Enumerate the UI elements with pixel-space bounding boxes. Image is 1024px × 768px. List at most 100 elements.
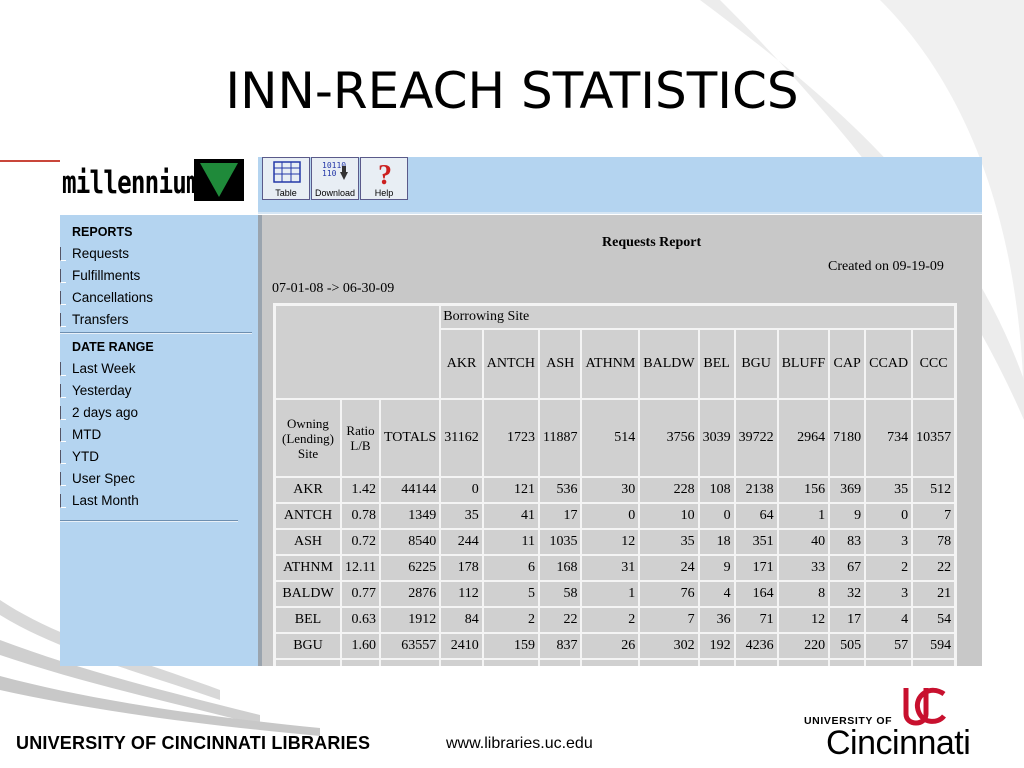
value-cell: 7 bbox=[639, 607, 699, 633]
value-cell: 1 bbox=[581, 581, 640, 607]
value-cell: 54 bbox=[912, 607, 956, 633]
sidebar-item-fulfillments[interactable]: Fulfillments bbox=[60, 265, 140, 287]
value-cell: 58 bbox=[539, 581, 582, 607]
accent-rule bbox=[0, 160, 60, 162]
sidebar-item-last-week[interactable]: Last Week bbox=[60, 358, 136, 380]
value-cell: 22 bbox=[912, 555, 956, 581]
value-cell: 17 bbox=[829, 607, 866, 633]
value-cell: 18 bbox=[698, 529, 735, 555]
value-cell: 26 bbox=[581, 633, 640, 659]
download-button[interactable]: 10110 110 Download bbox=[311, 157, 359, 200]
value-cell: 35 bbox=[639, 529, 699, 555]
table-header-row: Borrowing Site bbox=[275, 305, 956, 399]
value-cell: 369 bbox=[829, 477, 866, 503]
value-cell: 351 bbox=[734, 529, 778, 555]
value-cell: 7 bbox=[912, 503, 956, 529]
check-icon bbox=[60, 450, 66, 464]
sidebar-item-cancellations[interactable]: Cancellations bbox=[60, 287, 153, 309]
value-cell: 302 bbox=[639, 633, 699, 659]
sidebar-item-label: MTD bbox=[72, 427, 102, 442]
table-row: AKR 1.42 44144 0 121 536 30 228 108 2138 156 369 35 5… bbox=[275, 477, 956, 503]
total-cell: 11887 bbox=[539, 399, 582, 477]
ratio-cell: 12.11 bbox=[341, 555, 380, 581]
value-cell: 512 bbox=[912, 477, 956, 503]
value-cell: 31 bbox=[581, 555, 640, 581]
value-cell: 64 bbox=[734, 503, 778, 529]
value-cell: 36 bbox=[698, 607, 735, 633]
sidebar-item-last-month[interactable]: Last Month bbox=[60, 490, 139, 512]
value-cell: 27 bbox=[829, 659, 866, 666]
value-cell: 171 bbox=[734, 555, 778, 581]
table-row: BLUFF1.18348413986841791656027324 bbox=[275, 659, 956, 666]
value-cell: 4 bbox=[698, 581, 735, 607]
ratio-cell: 0.77 bbox=[341, 581, 380, 607]
value-cell: 2 bbox=[482, 607, 539, 633]
total-cell: 7180 bbox=[829, 399, 866, 477]
borrowing-site-label: Borrowing Site bbox=[440, 305, 956, 329]
sidebar-item-yesterday[interactable]: Yesterday bbox=[60, 380, 132, 402]
check-icon bbox=[60, 472, 66, 486]
sidebar-item-user-spec[interactable]: User Spec bbox=[60, 468, 135, 490]
value-cell: 0 bbox=[440, 477, 483, 503]
help-icon: ? bbox=[378, 160, 392, 186]
sidebar-item-label: User Spec bbox=[72, 471, 136, 486]
sidebar-item-2-days-ago[interactable]: 2 days ago bbox=[60, 402, 138, 424]
sidebar-item-label: Fulfillments bbox=[72, 268, 141, 283]
value-cell: 536 bbox=[539, 477, 582, 503]
sidebar-item-label: Last Month bbox=[72, 493, 139, 508]
table-totals-row: Owning (Lending) Site Ratio L/B TOTALS 3116… bbox=[275, 399, 956, 477]
help-button-label: Help bbox=[374, 188, 394, 198]
millennium-logo: millennium bbox=[60, 157, 258, 215]
value-cell: 8 bbox=[482, 659, 539, 666]
column-header: BEL bbox=[698, 329, 735, 399]
footer-org: UNIVERSITY OF CINCINNATI LIBRARIES bbox=[16, 733, 371, 753]
sidebar-item-label: Yesterday bbox=[72, 383, 132, 398]
toolbar: Table 10110 110 Download ? Help bbox=[258, 157, 982, 214]
value-cell: 2138 bbox=[734, 477, 778, 503]
sidebar-item-ytd[interactable]: YTD bbox=[60, 446, 99, 468]
ratio-cell: 1.42 bbox=[341, 477, 380, 503]
value-cell: 159 bbox=[482, 633, 539, 659]
row-total-cell: 2876 bbox=[379, 581, 441, 607]
table-row: ASH 0.72 8540 244 11 1035 12 35 18 351 40 83 3 78 bbox=[275, 529, 956, 555]
sidebar: REPORTS Requests Fulfillments Cancellati… bbox=[60, 215, 258, 666]
value-cell: 2 bbox=[865, 555, 913, 581]
column-header: CCC bbox=[912, 329, 956, 399]
footer-url[interactable]: www.libraries.uc.edu bbox=[446, 735, 593, 753]
total-cell: 3756 bbox=[639, 399, 699, 477]
row-total-cell: 1349 bbox=[379, 503, 441, 529]
report-date-range: 07-01-08 -> 06-30-09 bbox=[272, 281, 395, 296]
report-title: Requests Report bbox=[602, 235, 702, 250]
sidebar-divider bbox=[60, 332, 252, 334]
sidebar-item-label: Transfers bbox=[72, 312, 129, 327]
value-cell: 0 bbox=[698, 503, 735, 529]
value-cell: 17 bbox=[639, 659, 699, 666]
value-cell: 505 bbox=[829, 633, 866, 659]
value-cell: 8 bbox=[777, 581, 830, 607]
slide-title: INN-REACH STATISTICS bbox=[225, 62, 799, 120]
value-cell: 0 bbox=[865, 503, 913, 529]
sidebar-item-requests[interactable]: Requests bbox=[60, 243, 129, 265]
value-cell: 6 bbox=[482, 555, 539, 581]
table-button[interactable]: Table bbox=[262, 157, 310, 200]
table-row: BALDW 0.77 2876 112 5 58 1 76 4 164 8 32 3 21 bbox=[275, 581, 956, 607]
value-cell: 220 bbox=[777, 633, 830, 659]
table-row: ANTCH 0.78 1349 35 41 17 0 10 0 64 1 9 0 7 bbox=[275, 503, 956, 529]
check-icon bbox=[60, 247, 66, 261]
value-cell: 10 bbox=[639, 503, 699, 529]
sidebar-item-transfers[interactable]: Transfers bbox=[60, 309, 129, 331]
value-cell: 24 bbox=[639, 555, 699, 581]
help-button[interactable]: ? Help bbox=[360, 157, 408, 200]
value-cell: 9 bbox=[829, 503, 866, 529]
sidebar-item-mtd[interactable]: MTD bbox=[60, 424, 101, 446]
sidebar-item-label: Last Week bbox=[72, 361, 136, 376]
reports-heading: REPORTS bbox=[72, 225, 133, 239]
check-icon bbox=[60, 362, 66, 376]
value-cell: 168 bbox=[539, 555, 582, 581]
owning-site-header: Owning (Lending) Site bbox=[275, 399, 341, 477]
sidebar-item-label: Cancellations bbox=[72, 290, 154, 305]
value-cell: 4236 bbox=[734, 633, 778, 659]
column-header: ASH bbox=[539, 329, 582, 399]
column-header: AKR bbox=[440, 329, 483, 399]
value-cell: 71 bbox=[734, 607, 778, 633]
